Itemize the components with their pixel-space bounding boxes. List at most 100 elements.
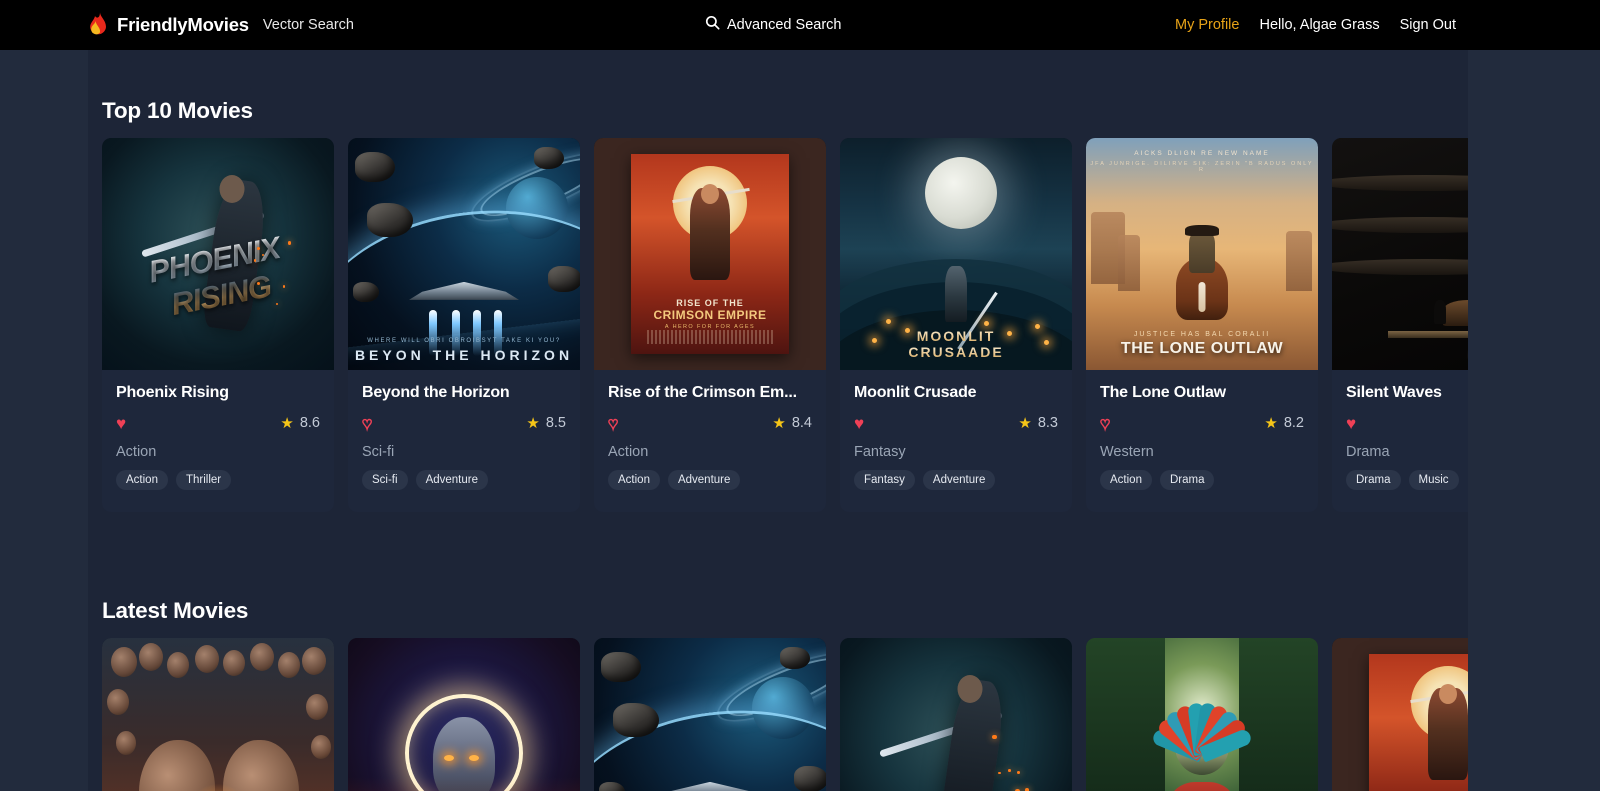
latest-movies-row xyxy=(102,638,1468,791)
heart-filled-icon[interactable]: ♥ xyxy=(116,415,126,432)
movie-tag[interactable]: Sci-fi xyxy=(362,470,408,490)
movie-poster[interactable] xyxy=(840,638,1072,791)
brand-subtitle: Vector Search xyxy=(263,17,354,33)
heart-outline-icon[interactable]: ♥ xyxy=(1100,415,1110,432)
poster-face xyxy=(302,647,326,675)
movie-meta-row: ♥ ★ 8.2 xyxy=(1100,414,1304,432)
poster-eye-left xyxy=(444,755,454,761)
movie-genre: Fantasy xyxy=(854,444,1058,460)
movie-tag[interactable]: Action xyxy=(1100,470,1152,490)
movie-card-body: Moonlit Crusade♥★8.3FantasyFantasyAdvent… xyxy=(840,370,1072,512)
movie-meta-row: ♥★8.6 xyxy=(116,414,320,432)
poster-village-light xyxy=(1035,324,1040,329)
movie-poster[interactable]: WHERE WILL OBRI OBROIBSYT TAKE KI YOU?BE… xyxy=(348,138,580,370)
poster-asteroid xyxy=(601,652,641,682)
movie-card[interactable] xyxy=(348,638,580,791)
movie-card[interactable] xyxy=(594,638,826,791)
sign-out-link[interactable]: Sign Out xyxy=(1400,17,1456,33)
movie-poster[interactable]: AICKS DLIGN RE NEW NAMEJFA JUNRIGE. DILI… xyxy=(1086,138,1318,370)
movie-card[interactable] xyxy=(102,638,334,791)
advanced-search-link[interactable]: Advanced Search xyxy=(705,0,841,50)
poster-asteroid xyxy=(794,766,826,791)
my-profile-link[interactable]: My Profile xyxy=(1175,17,1239,33)
movie-card[interactable] xyxy=(1086,638,1318,791)
poster-inner-art: RISE OF THECRIMSON EMPIREA HERO FOR FOR … xyxy=(631,154,789,354)
movie-title: Phoenix Rising xyxy=(116,384,320,402)
heart-outline-icon[interactable]: ♥ xyxy=(362,415,372,432)
movie-poster[interactable]: RISE OF THECRIMSON EMPIREA HERO FOR FOR … xyxy=(594,138,826,370)
poster-balcony xyxy=(1332,175,1468,191)
movie-tags: Action Drama xyxy=(1100,470,1304,490)
poster-head xyxy=(219,175,244,203)
movie-poster[interactable] xyxy=(1332,638,1468,791)
movie-poster[interactable]: PHOENIX RISING xyxy=(102,138,334,370)
movie-poster[interactable]: ベリンガとラス xyxy=(1332,138,1468,370)
movie-tag[interactable]: Adventure xyxy=(416,470,488,490)
movie-poster[interactable]: MOONLITCRUSAADE xyxy=(840,138,1072,370)
movie-card[interactable]: WHERE WILL OBRI OBROIBSYT TAKE KI YOU?BE… xyxy=(348,138,580,512)
movie-tag[interactable]: Fantasy xyxy=(854,470,915,490)
movie-poster[interactable] xyxy=(348,638,580,791)
poster-title-art: THE LONE OUTLAW xyxy=(1086,340,1318,358)
movie-meta-row: ♥ xyxy=(1346,414,1468,432)
heart-outline-icon[interactable]: ♥ xyxy=(608,415,618,432)
movie-card[interactable]: MOONLITCRUSAADEMoonlit Crusade♥★8.3Fanta… xyxy=(840,138,1072,512)
movie-card[interactable]: AICKS DLIGN RE NEW NAMEJFA JUNRIGE. DILI… xyxy=(1086,138,1318,512)
poster-face xyxy=(223,650,245,676)
navbar-brand-group[interactable]: FriendlyMovies Vector Search xyxy=(88,12,354,38)
star-icon: ★ xyxy=(1264,416,1277,431)
movie-tag[interactable]: Thriller xyxy=(176,470,231,490)
advanced-search-label: Advanced Search xyxy=(727,17,841,33)
movie-meta-row: ♥ ★8.3 xyxy=(854,414,1058,432)
movie-rating: ★8.4 xyxy=(772,415,812,431)
navbar-user-group: My Profile Hello, Algae Grass Sign Out xyxy=(1175,0,1456,50)
heart-filled-icon[interactable]: ♥ xyxy=(1346,415,1356,432)
movie-tag[interactable]: Drama xyxy=(1346,470,1401,490)
movie-card[interactable]: RISE OF THECRIMSON EMPIREA HERO FOR FOR … xyxy=(594,138,826,512)
poster-village-light xyxy=(1044,340,1049,345)
movie-tag[interactable]: Drama xyxy=(1160,470,1215,490)
movie-card[interactable] xyxy=(1332,638,1468,791)
movie-tag[interactable]: Music xyxy=(1409,470,1459,490)
content-container: Top 10 Movies PHOENIX RISINGPhoenix Risi… xyxy=(88,50,1468,791)
poster-balcony xyxy=(1332,217,1468,233)
movie-rating: ★8.3 xyxy=(1018,415,1058,431)
movie-genre: Sci-fi xyxy=(362,444,566,460)
movie-tags: Action Adventure xyxy=(608,470,812,490)
movie-genre: Drama xyxy=(1346,444,1468,460)
movie-title: Rise of the Crimson Em... xyxy=(608,384,812,402)
star-icon: ★ xyxy=(1018,416,1031,431)
poster-tagline: JUSTICE HAS BAL CORALII xyxy=(1086,331,1318,338)
poster-piano xyxy=(1443,300,1468,326)
movie-tags: Sci-fi Adventure xyxy=(362,470,566,490)
movie-poster[interactable] xyxy=(102,638,334,791)
star-icon: ★ xyxy=(526,416,539,431)
movie-tag[interactable]: Action xyxy=(116,470,168,490)
poster-top-text-1: AICKS DLIGN RE NEW NAME xyxy=(1086,150,1318,157)
movie-card-body: Beyond the Horizon♥★8.5Sci-fiSci-fiAdven… xyxy=(348,370,580,512)
movie-rating-value: 8.2 xyxy=(1284,415,1304,431)
movie-tag[interactable]: Adventure xyxy=(923,470,995,490)
poster-face xyxy=(116,731,136,755)
movie-rating-value: 8.5 xyxy=(546,415,566,431)
movie-poster[interactable] xyxy=(594,638,826,791)
poster-face xyxy=(195,645,219,673)
flame-icon xyxy=(88,12,107,38)
poster-moon xyxy=(925,157,997,229)
movie-poster[interactable] xyxy=(1086,638,1318,791)
poster-balcony xyxy=(1332,259,1468,275)
movie-rating: ★ 8.5 xyxy=(526,415,566,431)
movie-card[interactable] xyxy=(840,638,1072,791)
poster-spark xyxy=(1017,771,1020,774)
movie-card[interactable]: ベリンガとラスSilent Waves♥DramaDramaMusic xyxy=(1332,138,1468,512)
poster-credits xyxy=(647,330,773,344)
movie-tag[interactable]: Adventure xyxy=(668,470,740,490)
heart-filled-icon[interactable]: ♥ xyxy=(854,415,864,432)
movie-card[interactable]: PHOENIX RISINGPhoenix Rising♥★8.6ActionA… xyxy=(102,138,334,512)
poster-pianist xyxy=(1434,300,1446,324)
movie-tag[interactable]: Action xyxy=(608,470,660,490)
poster-mesa xyxy=(1286,231,1312,291)
movie-card-body: The Lone Outlaw♥★8.2WesternActionDrama xyxy=(1086,370,1318,512)
poster-asteroid xyxy=(367,203,413,237)
poster-spark xyxy=(257,282,260,285)
